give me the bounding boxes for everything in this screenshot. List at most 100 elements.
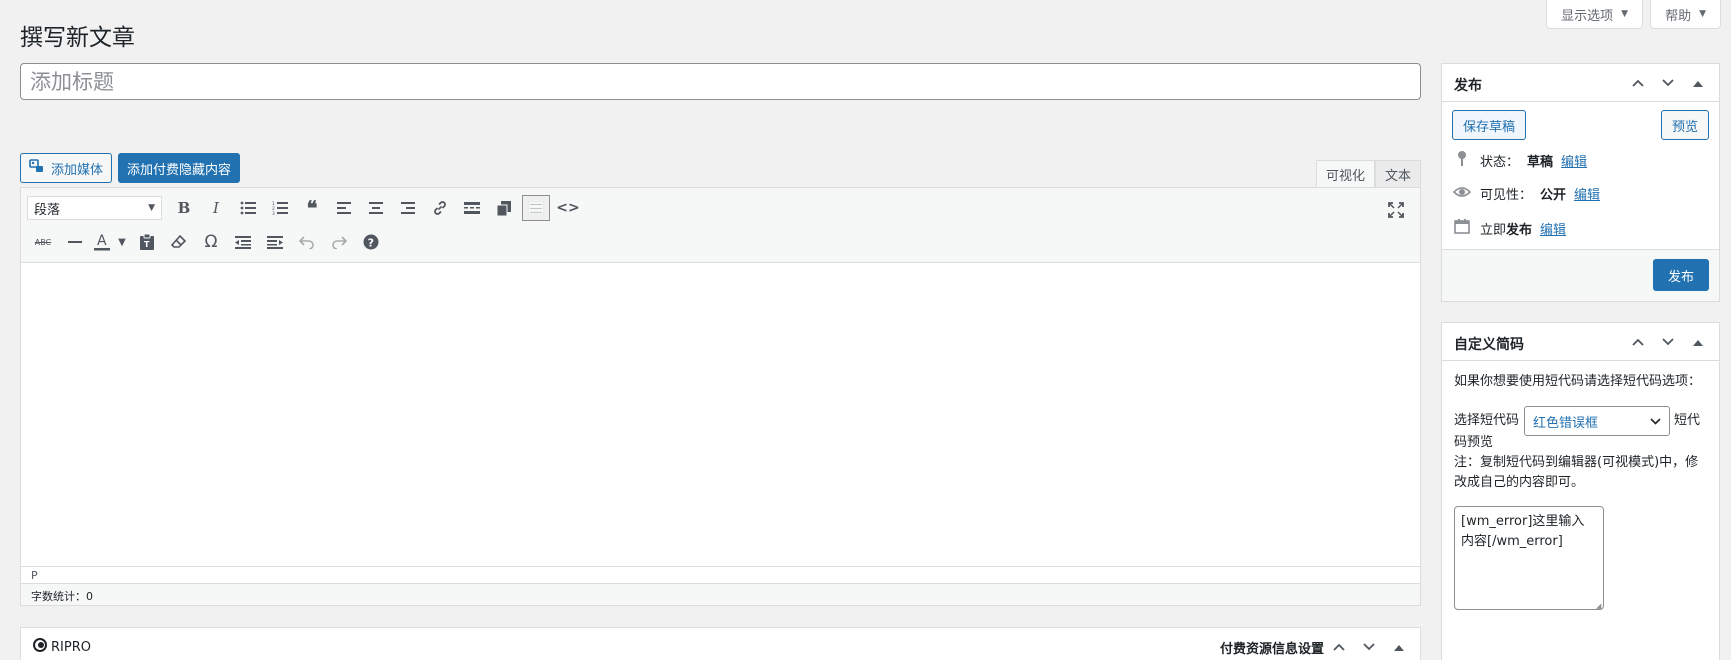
status-row: 状态： 草稿 编辑 <box>1452 150 1587 170</box>
visibility-row: 可见性： 公开 编辑 <box>1452 184 1600 203</box>
svg-text:?: ? <box>368 237 374 250</box>
collapse-icon[interactable] <box>1390 638 1408 656</box>
horizontal-line-icon[interactable] <box>59 228 91 256</box>
media-buttons: 添加媒体 添加付费隐藏内容 <box>20 153 241 183</box>
caret-down-icon: ▼ <box>1621 9 1629 19</box>
strikethrough-icon[interactable]: ABC <box>27 228 59 256</box>
read-more-icon[interactable] <box>456 194 488 222</box>
edit-schedule-link[interactable]: 编辑 <box>1540 219 1566 238</box>
schedule-prefix: 立即 <box>1480 222 1507 238</box>
shortcode-box-header: 自定义简码 <box>1442 323 1719 361</box>
shortcode-preview-label-b: 码预览 <box>1454 435 1494 450</box>
italic-icon[interactable]: I <box>200 194 232 222</box>
add-media-label: 添加媒体 <box>51 162 104 178</box>
editor-tabs: 可视化 文本 <box>1315 160 1421 188</box>
editor-content-area[interactable] <box>21 263 1420 566</box>
shortcode-note: 注：复制短代码到编辑器(可视模式)中，修改成自己的内容即可。 <box>1454 455 1699 490</box>
link-icon[interactable] <box>424 194 456 222</box>
resize-grip-icon[interactable]: ◢ <box>1596 602 1603 610</box>
ripro-logo-icon <box>33 638 47 656</box>
visibility-label: 可见性： <box>1480 188 1533 203</box>
add-paid-content-button[interactable]: 添加付费隐藏内容 <box>118 153 241 183</box>
redo-icon[interactable] <box>323 228 355 256</box>
status-label: 状态： <box>1480 154 1520 170</box>
move-up-icon[interactable] <box>1330 638 1348 656</box>
bold-icon[interactable]: B <box>168 194 200 222</box>
toolbar-toggle-icon[interactable] <box>522 195 550 221</box>
svg-text:T: T <box>144 240 150 249</box>
move-down-icon[interactable] <box>1360 638 1378 656</box>
post-title-input[interactable] <box>20 63 1421 100</box>
move-up-icon[interactable] <box>1629 333 1647 351</box>
edit-status-link[interactable]: 编辑 <box>1561 151 1587 170</box>
screen-options-button[interactable]: 显示选项 ▼ <box>1546 0 1644 29</box>
editor-toolbar: 段落 ▼ B I 123 ❝ <> ABC A ▼ T Ω ? <box>21 188 1420 263</box>
tab-text[interactable]: 文本 <box>1374 160 1421 188</box>
numbered-list-icon[interactable]: 123 <box>264 194 296 222</box>
save-draft-button[interactable]: 保存草稿 <box>1452 110 1527 140</box>
code-icon[interactable]: <> <box>552 194 584 222</box>
align-left-icon[interactable] <box>328 194 360 222</box>
screen-meta: 显示选项 ▼ 帮助 ▼ <box>1546 0 1721 29</box>
page-title: 撰写新文章 <box>20 25 135 51</box>
publish-box-controls <box>1629 74 1707 92</box>
move-up-icon[interactable] <box>1629 74 1647 92</box>
media-icon <box>29 158 45 178</box>
edit-visibility-link[interactable]: 编辑 <box>1574 184 1600 203</box>
shortcode-preview-textarea[interactable]: [wm_error]这里输入内容[/wm_error] <box>1454 506 1604 610</box>
schedule-label: 立即发布 <box>1480 219 1532 238</box>
add-media-button[interactable]: 添加媒体 <box>20 153 113 183</box>
shortcode-select-value: 红色错误框 <box>1533 415 1599 431</box>
clear-format-icon[interactable] <box>163 228 195 256</box>
editor: 段落 ▼ B I 123 ❝ <> ABC A ▼ T Ω ? P <box>20 187 1421 606</box>
move-down-icon[interactable] <box>1659 74 1677 92</box>
undo-icon[interactable] <box>291 228 323 256</box>
fullscreen-icon[interactable] <box>1380 196 1412 224</box>
paste-text-icon[interactable]: T <box>131 228 163 256</box>
special-char-icon[interactable]: Ω <box>195 228 227 256</box>
move-down-icon[interactable] <box>1659 333 1677 351</box>
help-icon[interactable]: ? <box>355 228 387 256</box>
word-count: 字数统计：0 <box>20 583 1421 606</box>
collapse-icon[interactable] <box>1689 333 1707 351</box>
shortcode-preview-label-a: 短代 <box>1674 413 1701 428</box>
shortcode-intro: 如果你想要使用短代码请选择短代码选项： <box>1454 374 1702 389</box>
format-select[interactable]: 段落 ▼ <box>27 196 162 220</box>
schedule-value: 发布 <box>1506 222 1533 238</box>
ripro-box-title: 付费资源信息设置 <box>1219 642 1324 657</box>
copy-icon[interactable] <box>488 194 520 222</box>
format-select-value: 段落 <box>34 202 61 218</box>
shortcode-select[interactable]: 红色错误框 <box>1524 406 1670 436</box>
visibility-value: 公开 <box>1540 188 1567 203</box>
ripro-meta-box: RIPRO 付费资源信息设置 <box>20 627 1421 660</box>
text-color-caret-icon[interactable]: ▼ <box>113 228 131 256</box>
bullet-list-icon[interactable] <box>232 194 264 222</box>
align-right-icon[interactable] <box>392 194 424 222</box>
eye-icon <box>1452 186 1472 202</box>
shortcode-box-controls <box>1629 333 1707 351</box>
shortcode-box: 自定义简码 如果你想要使用短代码请选择短代码选项： 选择短代码 红色错误框 短代… <box>1441 322 1720 660</box>
publish-button[interactable]: 发布 <box>1652 259 1709 291</box>
shortcode-box-title: 自定义简码 <box>1454 337 1524 353</box>
ripro-brand: RIPRO <box>33 638 91 656</box>
indent-icon[interactable] <box>259 228 291 256</box>
collapse-icon[interactable] <box>1689 74 1707 92</box>
pin-icon <box>1452 150 1472 170</box>
schedule-row: 立即发布 编辑 <box>1452 218 1566 238</box>
tab-visual[interactable]: 可视化 <box>1315 160 1375 188</box>
align-center-icon[interactable] <box>360 194 392 222</box>
toolbar-row-2: ABC A ▼ T Ω ? <box>27 228 387 256</box>
preview-button[interactable]: 预览 <box>1660 110 1709 140</box>
calendar-icon <box>1452 218 1472 238</box>
publish-box: 发布 保存草稿 预览 状态： 草稿 编辑 可见性： 公开 编辑 立即发布 编辑 … <box>1441 63 1720 302</box>
help-button[interactable]: 帮助 ▼ <box>1650 0 1721 29</box>
status-value: 草稿 <box>1527 154 1554 170</box>
outdent-icon[interactable] <box>227 228 259 256</box>
blockquote-icon[interactable]: ❝ <box>296 194 328 222</box>
toolbar-row-1: 段落 ▼ B I 123 ❝ <> <box>27 194 584 222</box>
svg-text:3: 3 <box>272 211 275 215</box>
caret-down-icon: ▼ <box>148 203 155 213</box>
ripro-brand-label: RIPRO <box>51 639 91 655</box>
text-color-icon[interactable]: A <box>91 228 113 256</box>
screen-options-label: 显示选项 <box>1561 8 1614 24</box>
